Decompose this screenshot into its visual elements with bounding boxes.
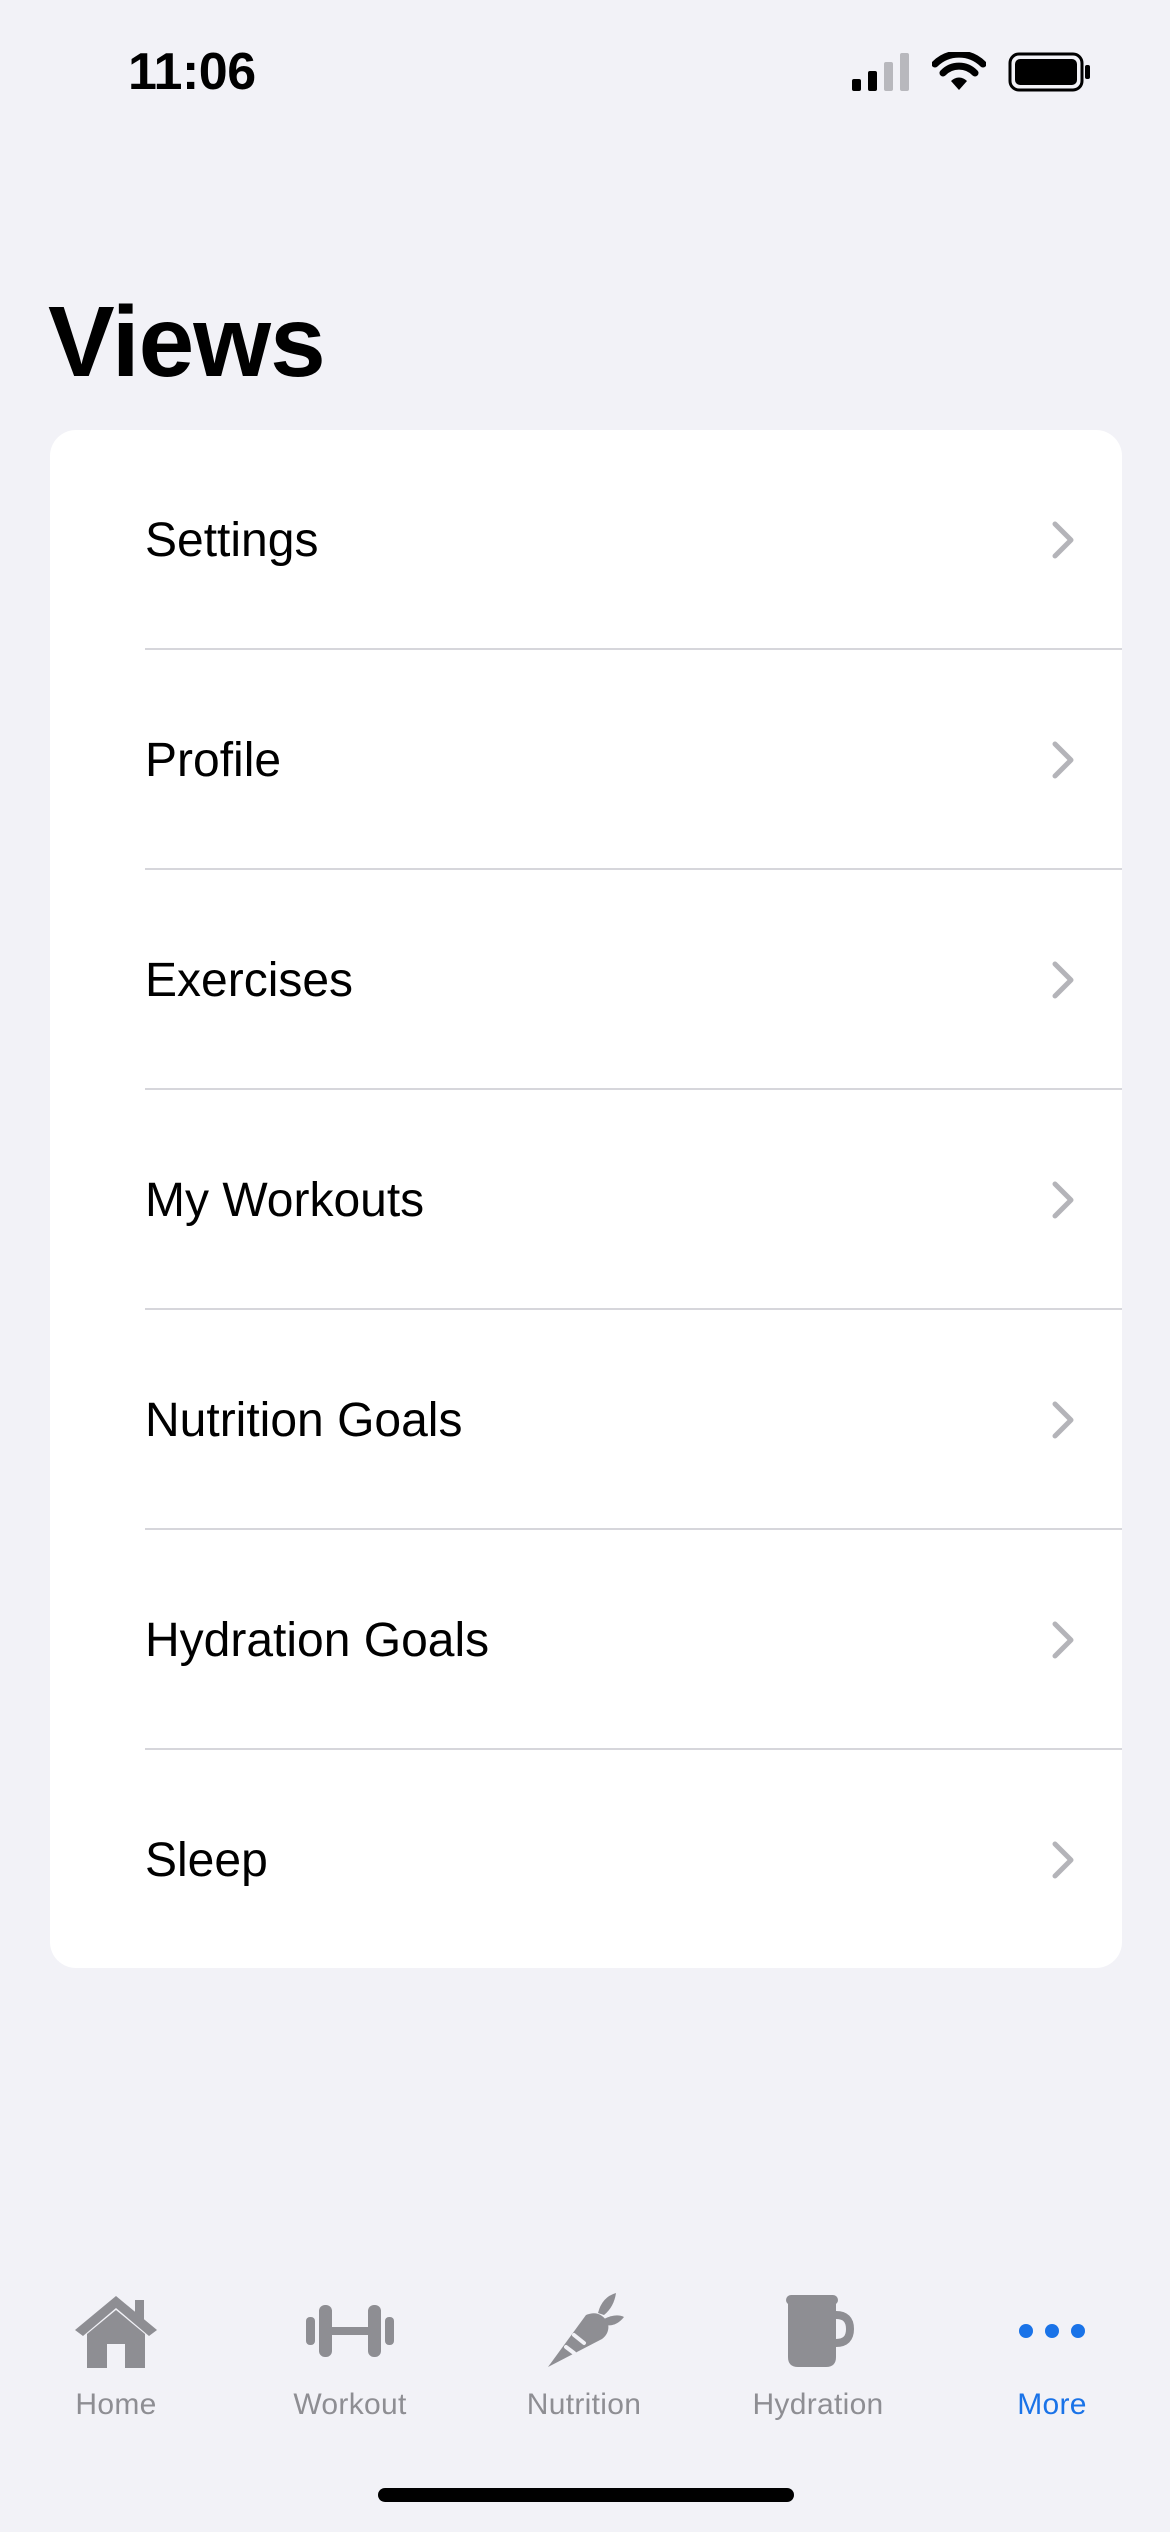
tab-label: Nutrition	[526, 2388, 642, 2421]
chevron-right-icon	[1052, 961, 1074, 999]
tab-label: More	[1017, 2388, 1087, 2421]
tab-label: Hydration	[752, 2388, 884, 2421]
cellular-signal-icon	[852, 53, 909, 91]
list-item-profile[interactable]: Profile	[50, 650, 1122, 870]
ellipsis-icon	[1016, 2288, 1088, 2374]
chevron-right-icon	[1052, 1841, 1074, 1879]
wifi-icon	[932, 52, 986, 90]
page-title: Views	[48, 286, 326, 398]
status-icons	[852, 52, 1092, 92]
views-screen: 11:06 Views Settings Profile Exercises M…	[0, 0, 1170, 2532]
dumbbell-icon	[304, 2288, 396, 2374]
list-item-label: Sleep	[145, 1833, 268, 1887]
mug-icon	[782, 2288, 854, 2374]
list-item-label: Profile	[145, 733, 282, 787]
tab-hydration[interactable]: Hydration	[718, 2288, 918, 2438]
list-item-nutrition-goals[interactable]: Nutrition Goals	[50, 1310, 1122, 1530]
list-item-my-workouts[interactable]: My Workouts	[50, 1090, 1122, 1310]
list-item-exercises[interactable]: Exercises	[50, 870, 1122, 1090]
chevron-right-icon	[1052, 1181, 1074, 1219]
chevron-right-icon	[1052, 521, 1074, 559]
tab-more[interactable]: More	[952, 2288, 1152, 2438]
tab-label: Home	[75, 2388, 157, 2421]
status-time: 11:06	[128, 43, 256, 101]
tab-nutrition[interactable]: Nutrition	[484, 2288, 684, 2438]
tab-workout[interactable]: Workout	[250, 2288, 450, 2438]
home-indicator[interactable]	[378, 2488, 794, 2502]
list-item-settings[interactable]: Settings	[50, 430, 1122, 650]
battery-icon	[1008, 52, 1090, 92]
list-item-label: Settings	[145, 513, 319, 567]
status-bar: 11:06	[0, 0, 1170, 150]
list-item-label: Exercises	[145, 953, 354, 1007]
list-item-hydration-goals[interactable]: Hydration Goals	[50, 1530, 1122, 1750]
tab-label: Workout	[293, 2388, 407, 2421]
views-list: Settings Profile Exercises My Workouts N…	[50, 430, 1122, 1968]
list-item-label: Nutrition Goals	[145, 1393, 463, 1447]
house-icon	[71, 2288, 161, 2374]
list-item-label: My Workouts	[145, 1173, 425, 1227]
tab-home[interactable]: Home	[16, 2288, 216, 2438]
list-item-label: Hydration Goals	[145, 1613, 490, 1667]
carrot-icon	[542, 2288, 626, 2374]
chevron-right-icon	[1052, 1621, 1074, 1659]
chevron-right-icon	[1052, 1401, 1074, 1439]
list-item-sleep[interactable]: Sleep	[50, 1750, 1122, 1968]
chevron-right-icon	[1052, 741, 1074, 779]
